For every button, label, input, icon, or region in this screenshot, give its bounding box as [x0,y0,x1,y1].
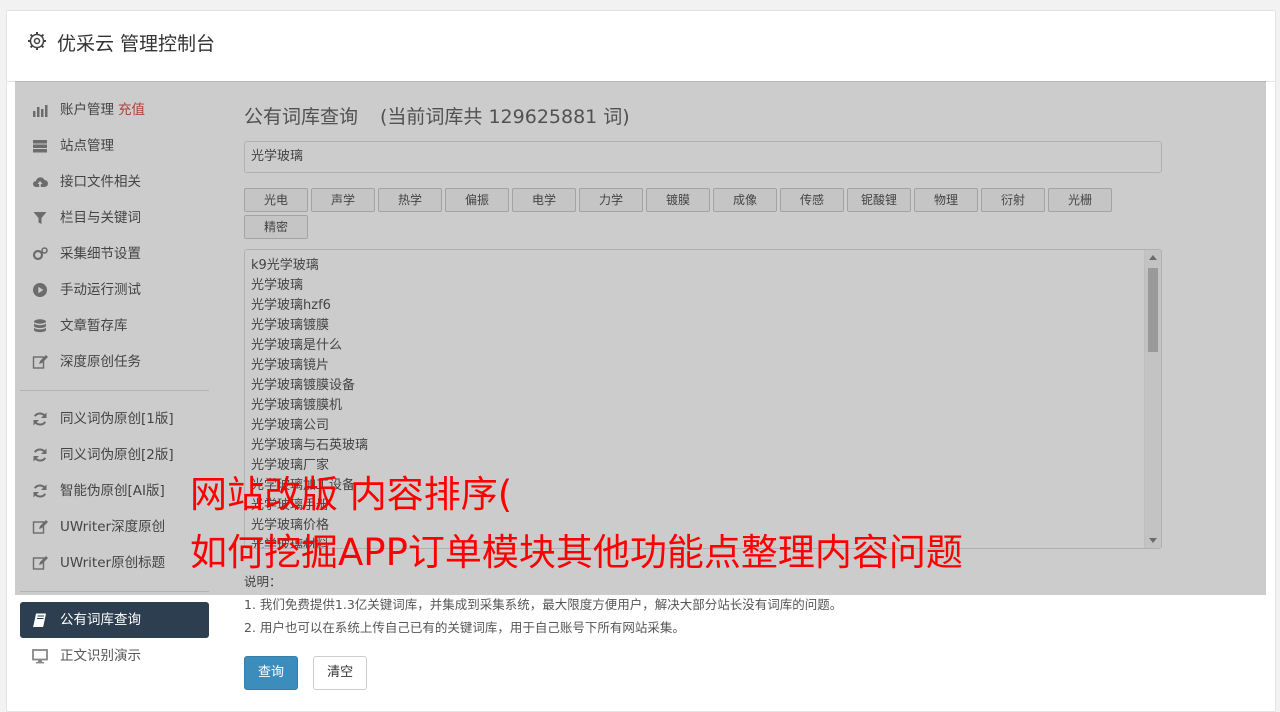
clear-button[interactable]: 清空 [313,656,368,690]
overlay-headline-2: 如何挖掘APP订单模块其他功能点整理内容问题 [190,531,963,574]
sidebar-item[interactable]: 公有词库查询 [20,602,209,638]
action-buttons: 查询 清空 [244,656,377,690]
top-bar: 优采云 管理控制台 [7,11,1275,82]
note-line: 2. 用户也可以在系统上传自己已有的关键词库，用于自己账号下所有网站采集。 [244,620,685,635]
gear-icon[interactable] [27,31,47,51]
monitor-icon [32,649,48,664]
book-icon [33,613,46,627]
sidebar-item-label: 公有词库查询 [60,612,141,628]
app-title: 优采云 管理控制台 [57,33,216,55]
note-line: 1. 我们免费提供1.3亿关键词库，并集成到采集系统，最大限度方便用户，解决大部… [244,597,843,612]
overlay-headline-1: 网站改版 内容排序( [190,473,513,516]
sidebar-item[interactable]: 正文识别演示 [20,638,210,674]
sidebar-item-label: 正文识别演示 [60,648,141,664]
query-button[interactable]: 查询 [244,656,298,690]
